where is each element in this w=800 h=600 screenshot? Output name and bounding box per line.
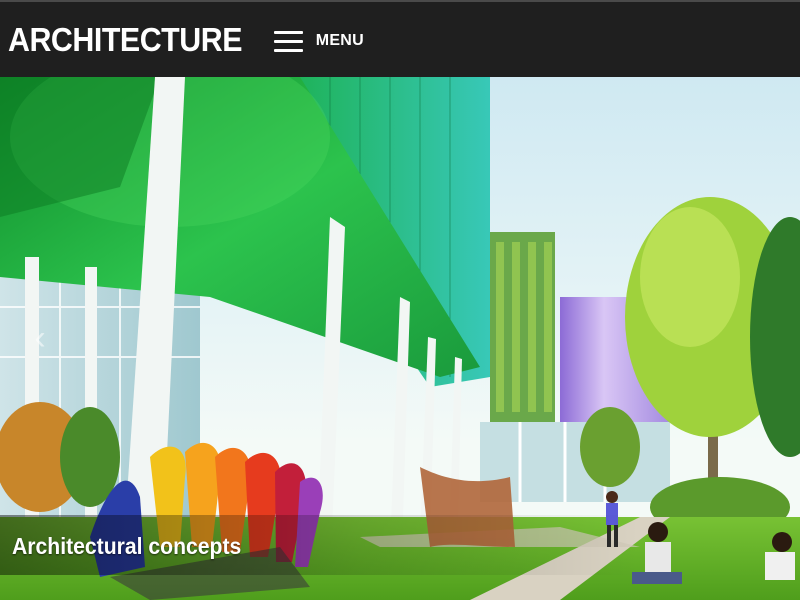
chevron-left-icon: ‹ [34, 318, 46, 357]
hamburger-icon [274, 29, 303, 53]
site-title[interactable]: ARCHITECTURE [8, 21, 242, 59]
menu-label: MENU [315, 32, 364, 49]
site-header: ARCHITECTURE MENU [0, 0, 800, 77]
slider-prev-button[interactable]: ‹ [18, 306, 62, 370]
slide-caption[interactable]: Architectural concepts [12, 533, 241, 560]
menu-toggle-button[interactable]: MENU [274, 27, 364, 55]
hero-slide-image: ‹ Architectural concepts [0, 77, 800, 600]
